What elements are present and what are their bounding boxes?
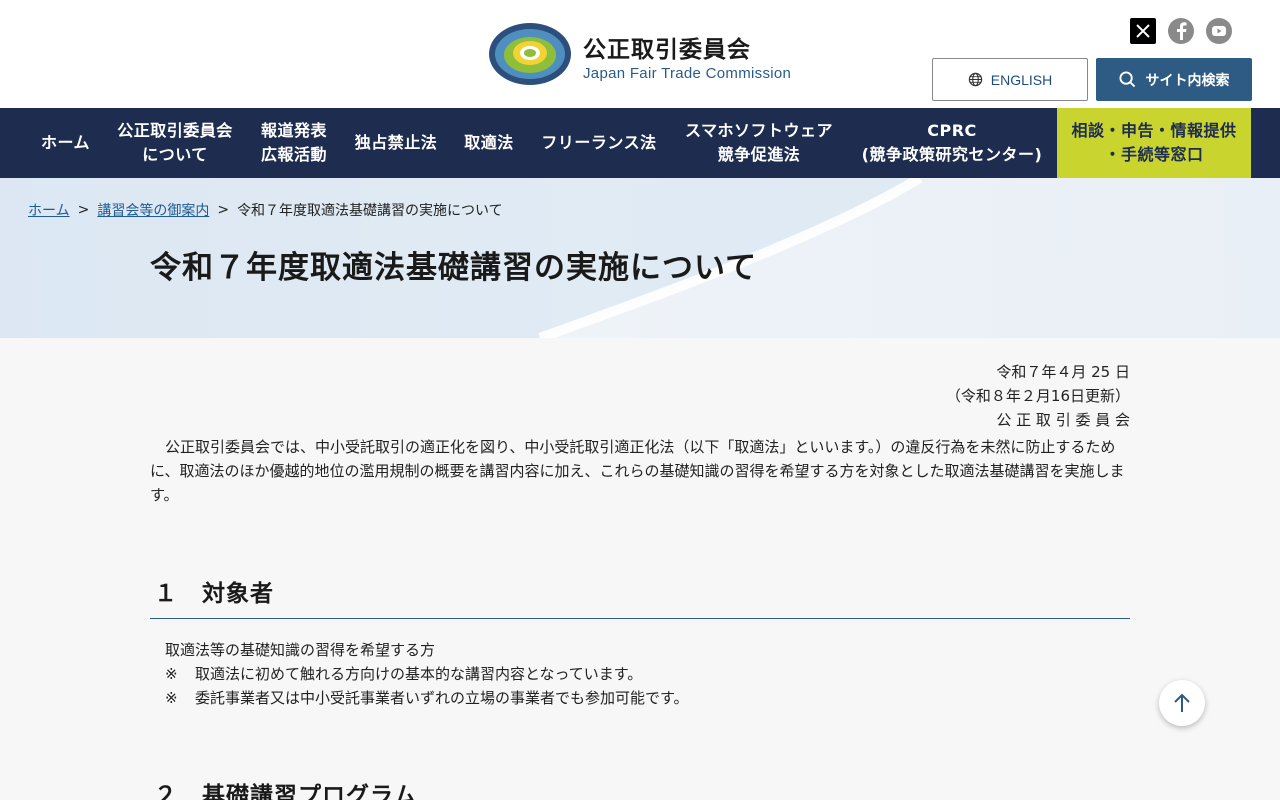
nav-consultation[interactable]: 相談・申告・情報提供 ・手続等窓口 [1057, 108, 1251, 178]
site-subtitle[interactable]: Japan Fair Trade Commission [583, 65, 791, 82]
nav-smartphone[interactable]: スマホソフトウェア 競争促進法 [676, 108, 842, 178]
note-item: ※ 取適法に初めて触れる方向けの基本的な講習内容となっています。 [165, 665, 643, 683]
breadcrumb-home[interactable]: ホーム [28, 200, 70, 220]
page-title: 令和７年度取適法基礎講習の実施について [150, 250, 758, 286]
target-lead: 取適法等の基礎知識の習得を希望する方 [165, 641, 436, 659]
arrow-up-icon [1174, 693, 1190, 712]
nav-toriteki[interactable]: 取適法 [456, 108, 522, 178]
nav-antimonopoly[interactable]: 独占禁止法 [346, 108, 446, 178]
youtube-icon[interactable] [1206, 18, 1232, 44]
issuer: 公 正 取 引 委 員 会 [996, 411, 1130, 429]
nav-home[interactable]: ホーム [28, 108, 103, 178]
breadcrumb-parent[interactable]: 講習会等の御案内 [97, 200, 209, 220]
global-nav: ホーム 公正取引委員会 について 報道発表 広報活動 独占禁止法 取適法 フリーラン… [0, 108, 1280, 178]
section-heading-program: ２ 基礎講習プログラム [150, 776, 1130, 800]
nav-cprc[interactable]: CPRC (競争政策研究センター) [852, 108, 1052, 178]
section-body-target: 取適法等の基礎知識の習得を希望する方 ※ 取適法に初めて触れる方向けの基本的な講… [165, 638, 689, 710]
issue-date: 令和７年４月 25 日 [996, 363, 1130, 381]
nav-freelance[interactable]: フリーランス法 [532, 108, 666, 178]
breadcrumb-separator: > [77, 202, 90, 218]
page-hero: ホーム > 講習会等の御案内 > 令和７年度取適法基礎講習の実施について 令和７… [0, 178, 1280, 338]
english-button[interactable]: ENGLISH [932, 58, 1088, 101]
jftc-logo[interactable] [488, 22, 572, 86]
site-header: 公正取引委員会 Japan Fair Trade Commission ENGL… [0, 0, 1280, 108]
nav-about[interactable]: 公正取引委員会 について [110, 108, 240, 178]
update-date: （令和８年２月16日更新） [945, 387, 1130, 405]
intro-paragraph: 公正取引委員会では、中小受託取引の適正化を図り、中小受託取引適正化法（以下「取適… [150, 438, 1125, 504]
date-block: 令和７年４月 25 日 （令和８年２月16日更新） 公 正 取 引 委 員 会 [946, 360, 1130, 432]
english-label: ENGLISH [990, 71, 1053, 88]
breadcrumb-separator: > [217, 202, 230, 218]
note-item: ※ 委託事業者又は中小受託事業者いずれの立場の事業者でも参加可能です。 [165, 689, 689, 707]
search-icon [1118, 71, 1135, 88]
site-search-button[interactable]: サイト内検索 [1096, 58, 1252, 101]
x-twitter-icon[interactable] [1130, 18, 1156, 44]
nav-press[interactable]: 報道発表 広報活動 [250, 108, 338, 178]
breadcrumb: ホーム > 講習会等の御案内 > 令和７年度取適法基礎講習の実施について [28, 200, 503, 220]
site-name[interactable]: 公正取引委員会 [583, 30, 751, 64]
search-label: サイト内検索 [1145, 72, 1230, 89]
back-to-top-button[interactable] [1159, 680, 1205, 726]
globe-icon [968, 72, 982, 87]
section-heading-target: １ 対象者 [150, 574, 1130, 619]
facebook-icon[interactable] [1168, 18, 1194, 44]
breadcrumb-current: 令和７年度取適法基礎講習の実施について [237, 203, 503, 219]
